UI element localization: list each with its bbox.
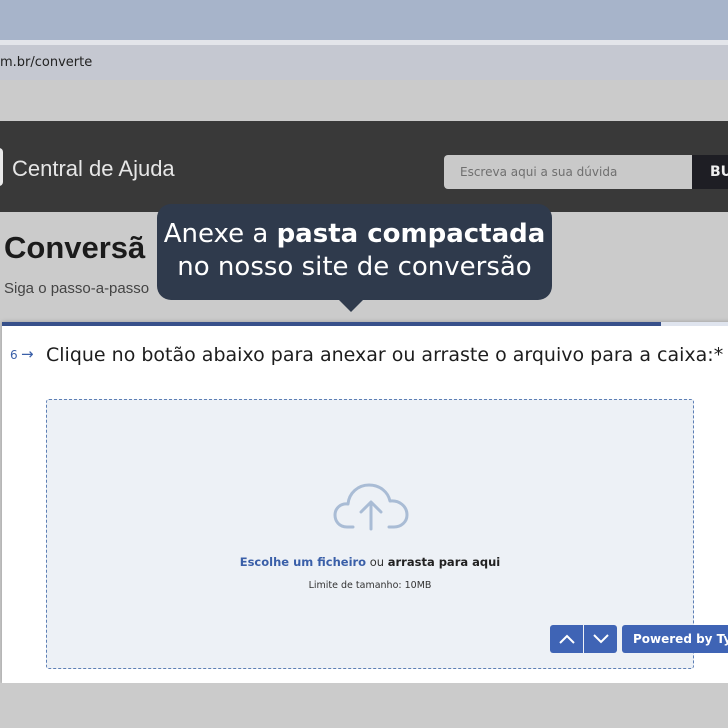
chevron-down-icon [592, 634, 609, 644]
arrow-right-icon: → [21, 345, 34, 363]
next-question-button[interactable] [584, 625, 617, 653]
site-logo[interactable] [0, 148, 3, 186]
question-text: Clique no botão abaixo para anexar ou ar… [46, 344, 724, 366]
cloud-upload-icon[interactable] [333, 477, 409, 533]
choose-file-link[interactable]: Escolhe um ficheiro [240, 555, 366, 569]
search-button[interactable]: BU [692, 155, 728, 189]
tooltip-line-1: Anexe a pasta compactada [157, 218, 552, 251]
dropzone-instruction: Escolhe um ficheiro ou arrasta para aqui [47, 555, 693, 569]
page-background [0, 683, 728, 728]
size-limit-label: Limite de tamanho: 10MB [308, 580, 432, 591]
tooltip-pointer [337, 298, 365, 312]
drag-here-label: arrasta para aqui [387, 555, 501, 569]
search-input[interactable] [444, 155, 692, 189]
chevron-up-icon [558, 634, 575, 644]
powered-by-badge[interactable]: Powered by Typeform [622, 625, 728, 653]
previous-question-button[interactable] [550, 625, 583, 653]
progress-fill [2, 322, 661, 326]
tooltip-line-2: no nosso site de conversão [177, 252, 532, 282]
browser-tab-bar [0, 0, 728, 40]
url-text[interactable]: m.br/converte [0, 55, 92, 70]
progress-bar [2, 322, 728, 326]
or-label: ou [369, 555, 385, 569]
instruction-tooltip: Anexe a pasta compactada no nosso site d… [157, 204, 552, 300]
tooltip-bold-text: pasta compactada [276, 219, 546, 249]
tooltip-text: Anexe a [163, 219, 277, 249]
site-header: Central de Ajuda BU [0, 121, 728, 212]
page-spacer [0, 80, 728, 121]
page-title: Conversã [4, 230, 146, 265]
question-number: 6 [10, 348, 18, 362]
browser-address-bar[interactable]: m.br/converte [0, 45, 728, 80]
page-subtitle: Siga o passo-a-passo [4, 280, 150, 297]
brand-title[interactable]: Central de Ajuda [12, 156, 175, 182]
form-panel: 6 → Clique no botão abaixo para anexar o… [2, 322, 728, 683]
